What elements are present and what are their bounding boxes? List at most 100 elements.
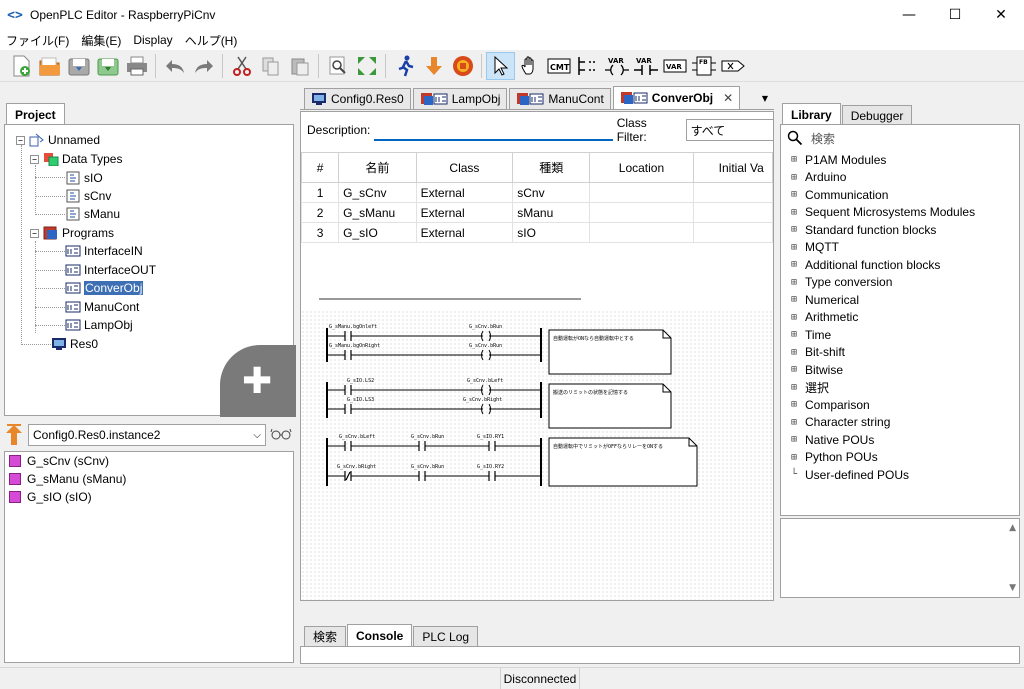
expand-icon[interactable]: ⊞ <box>791 434 805 445</box>
fullscreen-icon[interactable] <box>352 52 381 80</box>
cell[interactable]: sManu <box>512 202 591 223</box>
expand-icon[interactable]: ⊞ <box>791 154 805 165</box>
library-item[interactable]: ⊞ Communication <box>781 186 1019 204</box>
redo-icon[interactable] <box>189 52 218 80</box>
contact-icon[interactable]: VAR <box>631 52 660 80</box>
cell[interactable] <box>589 202 694 223</box>
cell[interactable]: 1 <box>301 182 340 203</box>
table-row[interactable]: 1 G_sCnv External sCnv <box>301 182 773 203</box>
list-item[interactable]: G_sManu (sManu) <box>5 470 293 488</box>
comment-icon[interactable]: CMT <box>544 52 573 80</box>
tab-lampobj[interactable]: LampObj <box>412 88 508 109</box>
stop-icon[interactable] <box>448 52 477 80</box>
collapse-icon[interactable]: − <box>30 228 39 238</box>
tab-debugger[interactable]: Debugger <box>841 105 913 125</box>
tab-manucont[interactable]: ManuCont <box>509 88 611 109</box>
tab-config[interactable]: Config0.Res0 <box>304 88 411 109</box>
rung-1[interactable]: G_sManu.bgOnleft G_sManu.bgOnRight G_sCn… <box>327 324 672 375</box>
hand-icon[interactable] <box>515 52 544 80</box>
tree-data-types[interactable]: − Data Types <box>30 150 122 168</box>
expand-icon[interactable]: ⊞ <box>791 294 805 305</box>
list-item[interactable]: G_sCnv (sCnv) <box>5 452 293 470</box>
connection-icon[interactable] <box>718 52 747 80</box>
expand-icon[interactable]: ⊞ <box>791 312 805 323</box>
cell[interactable] <box>692 202 773 223</box>
open-folder-icon[interactable] <box>35 52 64 80</box>
collapse-icon[interactable]: − <box>16 135 25 145</box>
cell[interactable]: External <box>415 182 514 203</box>
expand-icon[interactable]: ⊞ <box>791 452 805 463</box>
cell[interactable] <box>589 222 694 243</box>
library-item[interactable]: ⊞ P1AM Modules <box>781 151 1019 169</box>
library-item[interactable]: ⊞ Python POUs <box>781 449 1019 467</box>
power-rail-icon[interactable] <box>573 52 602 80</box>
description-input[interactable] <box>374 119 613 141</box>
expand-icon[interactable]: ⊞ <box>791 242 805 253</box>
glasses-icon[interactable] <box>270 428 292 443</box>
download-icon[interactable] <box>419 52 448 80</box>
ladder-diagram[interactable]: G_sManu.bgOnleft G_sManu.bgOnRight G_sCn… <box>301 310 773 600</box>
expand-icon[interactable]: ⊞ <box>791 399 805 410</box>
library-item[interactable]: ⊞ Character string <box>781 414 1019 432</box>
close-button[interactable]: ✕ <box>978 0 1024 30</box>
tree-program-item[interactable]: ConverObj <box>65 279 144 297</box>
table-row[interactable]: 2 G_sManu External sManu <box>301 202 773 223</box>
tree-root[interactable]: − Unnamed <box>16 131 100 149</box>
cell[interactable]: G_sIO <box>338 222 417 243</box>
cut-icon[interactable] <box>227 52 256 80</box>
library-item[interactable]: ⊞ Sequent Microsystems Modules <box>781 204 1019 222</box>
menu-file[interactable]: ファイル(F) <box>0 32 75 49</box>
library-item[interactable]: ⊞ Bitwise <box>781 361 1019 379</box>
new-file-icon[interactable] <box>6 52 35 80</box>
expand-icon[interactable]: ⊞ <box>791 277 805 288</box>
rung-2[interactable]: G_sIO.LS2 G_sIO.LS3 G_sCnv.bLeft G_sCnv.… <box>327 378 672 429</box>
maximize-button[interactable]: ☐ <box>932 0 978 30</box>
expand-icon[interactable]: ⊞ <box>791 207 805 218</box>
library-item[interactable]: ⊞ Time <box>781 326 1019 344</box>
tab-converobj[interactable]: ConverObj ✕ <box>612 86 741 109</box>
library-item[interactable]: ⊞ Additional function blocks <box>781 256 1019 274</box>
tree-datatype-item[interactable]: sManu <box>65 205 120 223</box>
pointer-icon[interactable] <box>486 51 515 80</box>
cell[interactable] <box>692 222 773 243</box>
tab-plc-log[interactable]: PLC Log <box>413 626 479 646</box>
tab-project[interactable]: Project <box>6 103 65 125</box>
cell[interactable] <box>589 182 694 203</box>
library-item[interactable]: ⊞ Native POUs <box>781 431 1019 449</box>
tree-program-item[interactable]: InterfaceOUT <box>65 261 156 279</box>
expand-icon[interactable]: ⊞ <box>791 417 805 428</box>
tree-programs[interactable]: − Programs <box>30 224 114 242</box>
column-header[interactable]: 名前 <box>338 152 417 183</box>
library-search[interactable]: 検索 <box>781 125 1019 151</box>
tab-menu-icon[interactable]: ▼ <box>762 94 768 103</box>
collapse-icon[interactable]: − <box>30 154 39 164</box>
library-item[interactable]: ⊞ Arithmetic <box>781 309 1019 327</box>
var-block-icon[interactable]: VAR <box>660 52 689 80</box>
tree-datatype-item[interactable]: sIO <box>65 169 103 187</box>
cell[interactable]: G_sManu <box>338 202 417 223</box>
tree-program-item[interactable]: ManuCont <box>65 298 139 316</box>
library-item[interactable]: ⊞ 選択 <box>781 379 1019 397</box>
paste-icon[interactable] <box>285 52 314 80</box>
tree-line[interactable]: └ <box>791 469 805 480</box>
expand-icon[interactable]: ⊞ <box>791 382 805 393</box>
tree-datatype-item[interactable]: sCnv <box>65 187 111 205</box>
cell[interactable]: G_sCnv <box>338 182 417 203</box>
expand-icon[interactable]: ⊞ <box>791 347 805 358</box>
column-header[interactable]: Initial Va <box>692 152 773 183</box>
menu-edit[interactable]: 編集(E) <box>75 32 127 49</box>
library-item[interactable]: ⊞ Arduino <box>781 169 1019 187</box>
minimize-button[interactable]: — <box>886 0 932 30</box>
tree-program-item[interactable]: LampObj <box>65 316 133 334</box>
cell[interactable]: External <box>415 202 514 223</box>
class-filter-select[interactable]: すべて <box>685 119 773 141</box>
library-item[interactable]: ⊞ MQTT <box>781 239 1019 257</box>
tree-program-item[interactable]: InterfaceIN <box>65 242 143 260</box>
column-header[interactable]: # <box>301 152 340 183</box>
console-output[interactable] <box>300 647 1020 664</box>
undo-icon[interactable] <box>160 52 189 80</box>
function-block-icon[interactable]: FB <box>689 52 718 80</box>
expand-icon[interactable]: ⊞ <box>791 189 805 200</box>
add-element-button[interactable]: ✚ <box>220 345 296 417</box>
run-icon[interactable] <box>390 52 419 80</box>
